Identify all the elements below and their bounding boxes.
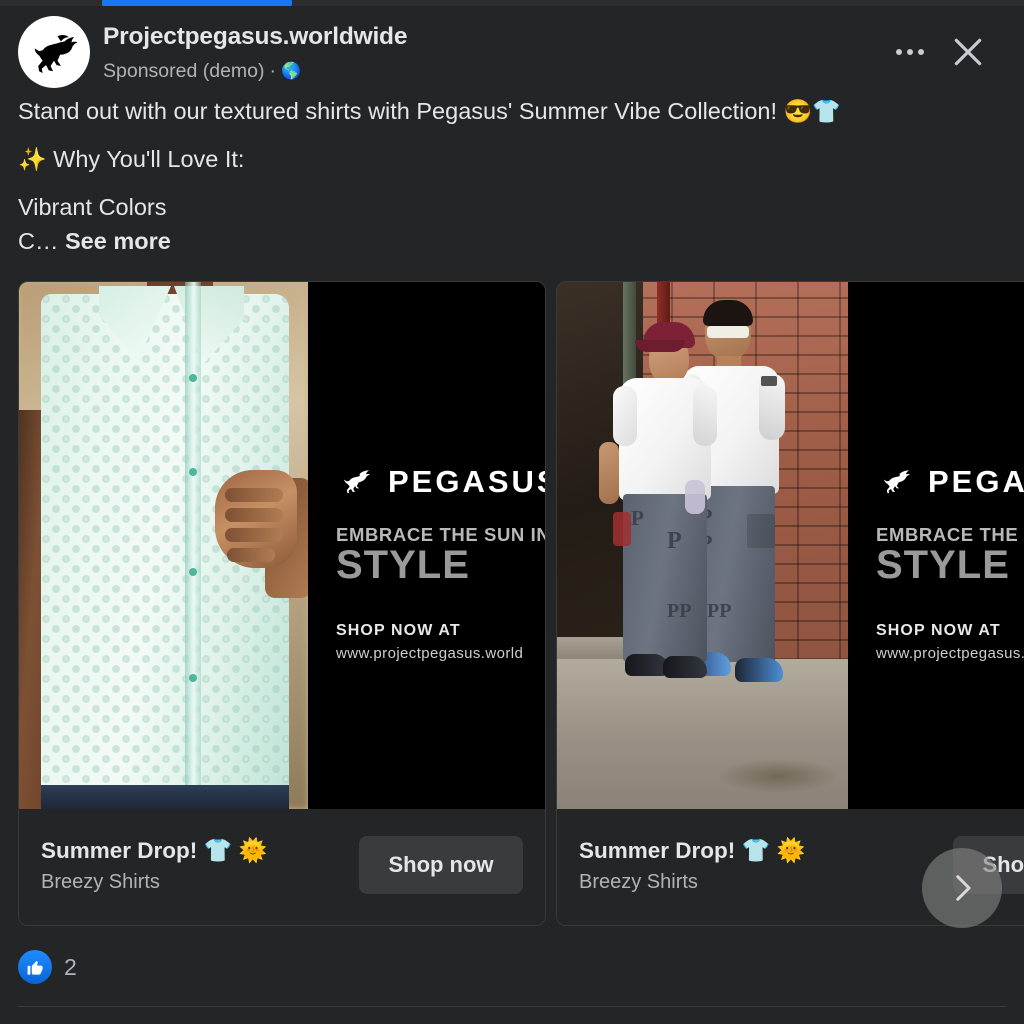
story-progress-fill [102, 0, 292, 6]
post-line-2-text: Why You'll Love It: [46, 146, 245, 172]
brand-shop-label: SHOP NOW AT [876, 622, 1001, 639]
shop-now-button[interactable]: Shop now [359, 836, 523, 894]
card-title-text: Summer Drop! [579, 838, 736, 863]
brand-wordmark: PEGASUS [388, 464, 545, 499]
sun-emoji: 🌞 [238, 837, 268, 863]
brand-url: www.projectpegasus.world [876, 645, 1024, 662]
bottom-divider [18, 1006, 1006, 1007]
brand-url: www.projectpegasus.world [336, 645, 524, 662]
post-line-2: ✨ Why You'll Love It: [18, 146, 245, 172]
dot [896, 49, 902, 55]
dot [918, 49, 924, 55]
post-header: Projectpegasus.worldwide Sponsored (demo… [0, 8, 1024, 90]
product-photo-street-models: PP PP PP [557, 282, 848, 809]
post-line-1-text: Stand out with our textured shirts with … [18, 98, 778, 124]
ad-carousel: PEGASUS EMBRACE THE SUN IN STYLE SHOP NO… [0, 281, 1024, 929]
card-media[interactable]: PP PP PP PEG EMBRACE THE STYLE SHOP NOW … [557, 282, 1024, 809]
close-button[interactable] [948, 32, 988, 72]
facebook-sponsored-post: Projectpegasus.worldwide Sponsored (demo… [0, 0, 1024, 1024]
brand-tagline-bottom: STYLE [336, 543, 470, 587]
pegasus-logo-icon [876, 468, 914, 496]
post-line-3: Vibrant Colors [18, 194, 167, 220]
sponsored-row: Sponsored (demo) · 🌎 [103, 60, 301, 83]
post-line-1: Stand out with our textured shirts with … [18, 98, 841, 124]
brand-tagline-bottom: STYLE [876, 543, 1010, 587]
sun-emoji: 🌞 [776, 837, 806, 863]
card-title: Summer Drop! 👕 🌞 [41, 837, 267, 864]
card-footer: Summer Drop! 👕 🌞 Breezy Shirts Shop now [19, 809, 545, 925]
tshirt-emoji: 👕 [203, 837, 233, 863]
reaction-summary[interactable]: 2 [18, 950, 77, 984]
card-media[interactable]: PEGASUS EMBRACE THE SUN IN STYLE SHOP NO… [19, 282, 545, 809]
see-more-link[interactable]: See more [65, 228, 171, 254]
separator-dot: · [269, 60, 277, 82]
card-subtitle: Breezy Shirts [41, 871, 160, 893]
sparkles-emoji: ✨ [18, 146, 47, 172]
chevron-right-icon [945, 871, 979, 905]
pegasus-logo-avatar-icon [26, 24, 82, 80]
post-line-4: C… See more [18, 228, 171, 254]
brand-panel: PEGASUS EMBRACE THE SUN IN STYLE SHOP NO… [848, 282, 1024, 809]
globe-icon: 🌎 [281, 62, 301, 80]
avatar[interactable] [18, 16, 90, 88]
tshirt-emoji: 👕 [741, 837, 771, 863]
card-title: Summer Drop! 👕 🌞 [579, 837, 805, 864]
sponsored-label: Sponsored (demo) [103, 60, 265, 82]
brand-wordmark: PEGASUS [928, 464, 1024, 499]
sunglasses-emoji: 😎 [783, 98, 813, 124]
carousel-card[interactable]: PP PP PP PEG EMBRACE THE STYLE SHOP NOW … [556, 281, 1024, 926]
brand-panel: PEGASUS EMBRACE THE SUN IN STYLE SHOP NO… [308, 282, 545, 809]
reaction-count: 2 [64, 953, 77, 980]
product-photo-mint-shirt [19, 282, 308, 809]
brand-shop-label: SHOP NOW AT [336, 622, 461, 639]
card-title-text: Summer Drop! [41, 838, 198, 863]
dot [907, 49, 913, 55]
thumbs-up-icon [18, 950, 52, 984]
carousel-next-button[interactable] [922, 848, 1002, 928]
truncated-text: C… [18, 228, 65, 254]
carousel-card[interactable]: PEGASUS EMBRACE THE SUN IN STYLE SHOP NO… [18, 281, 546, 926]
story-progress-track [0, 0, 1024, 6]
more-options-button[interactable] [888, 36, 932, 68]
pegasus-logo-icon [336, 468, 374, 496]
page-title[interactable]: Projectpegasus.worldwide [103, 23, 407, 51]
close-icon [948, 32, 988, 72]
tshirt-emoji: 👕 [812, 98, 841, 124]
card-subtitle: Breezy Shirts [579, 871, 698, 893]
